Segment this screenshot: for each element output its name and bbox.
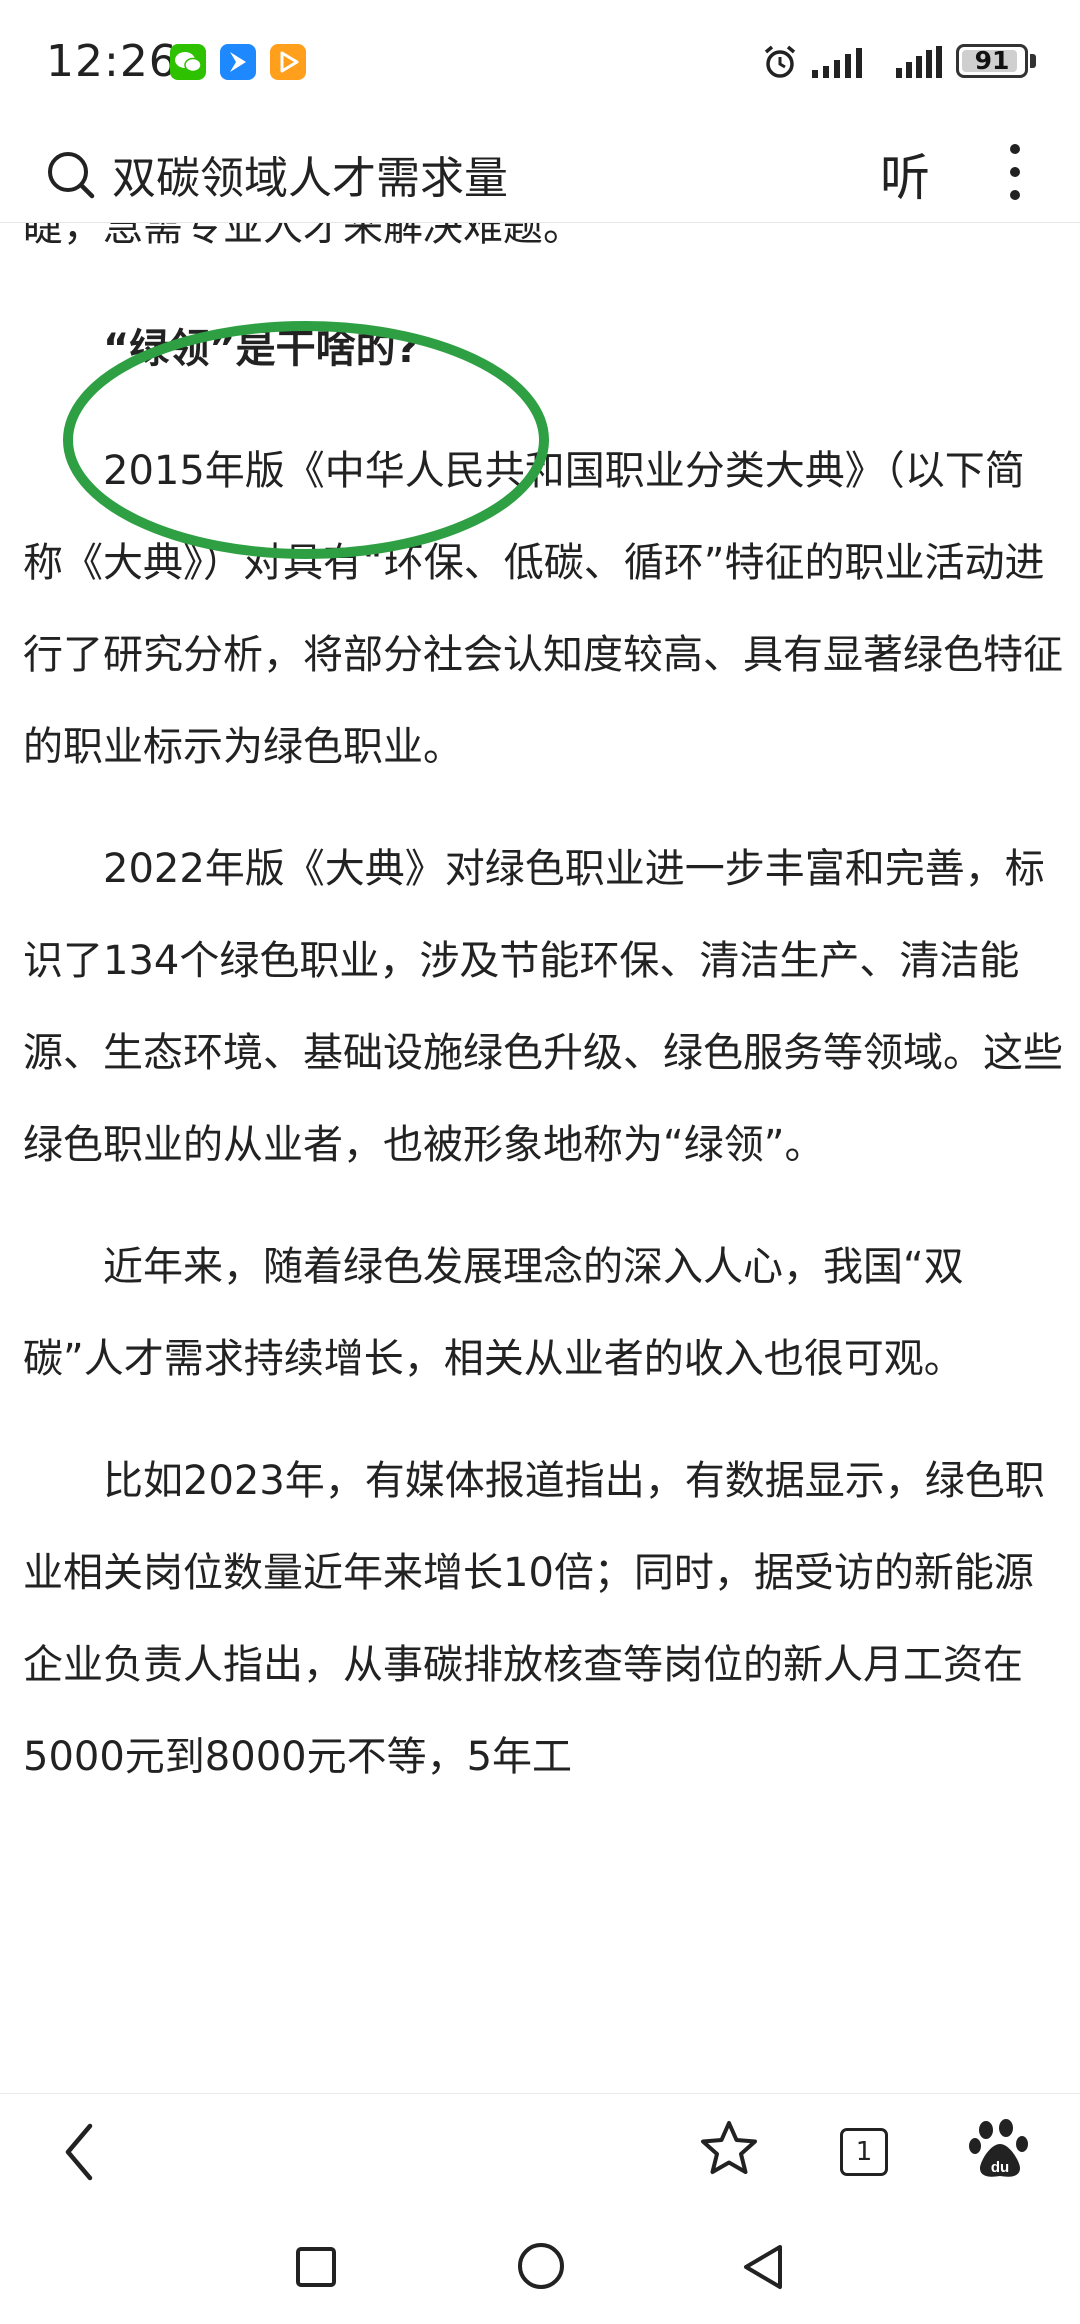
- article-paragraph: 2022年版《大典》对绿色职业进一步丰富和完善，标识了134个绿色职业，涉及节能…: [23, 846, 1063, 1168]
- baidu-paw-icon[interactable]: du: [968, 2116, 1032, 2182]
- browser-toolbar: 1 du: [0, 2093, 1080, 2214]
- article-paragraph: 比如2023年，有媒体报道指出，有数据显示，绿色职业相关岗位数量近年来增长10倍…: [23, 1458, 1045, 1780]
- status-indicators: 91: [720, 40, 1080, 84]
- system-nav-bar: [0, 2213, 1080, 2324]
- triangle-back-icon[interactable]: [740, 2243, 786, 2291]
- search-header: 双碳领域人才需求量 听: [0, 130, 1080, 223]
- svg-text:du: du: [991, 2159, 1009, 2176]
- back-arrow-icon[interactable]: [60, 2120, 100, 2184]
- circle-icon[interactable]: [516, 2241, 566, 2291]
- square-icon[interactable]: [294, 2245, 338, 2289]
- status-time: 12:26: [46, 36, 178, 87]
- more-vertical-icon[interactable]: [1000, 142, 1030, 202]
- signal-icon: [812, 48, 862, 78]
- video-app-icon: [270, 44, 306, 80]
- listen-button[interactable]: 听: [880, 138, 930, 210]
- search-icon[interactable]: [44, 144, 100, 204]
- tabs-icon[interactable]: 1: [840, 2128, 888, 2176]
- bluebird-app-icon: [220, 44, 256, 80]
- alarm-icon: [764, 45, 796, 78]
- battery-icon: 91: [956, 44, 1028, 78]
- article-paragraph: 睫，急需专业人才来解决难题。: [23, 223, 583, 250]
- article-paragraph: 近年来，随着绿色发展理念的深入人心，我国“双碳”人才需求持续增长，相关从业者的收…: [23, 1244, 964, 1382]
- battery-level: 91: [974, 46, 1010, 75]
- highlight-circle: [63, 321, 549, 559]
- article-content: 睫，急需专业人才来解决难题。 “绿领”是干啥的? 2015年版《中华人民共和国职…: [0, 223, 1080, 2093]
- signal-icon: [896, 46, 942, 78]
- status-bar: 12:26 91: [0, 0, 1080, 130]
- battery-cap: [1030, 54, 1036, 68]
- search-query[interactable]: 双碳领域人才需求量: [112, 142, 508, 206]
- star-icon[interactable]: [698, 2118, 760, 2180]
- wechat-icon: [170, 44, 206, 80]
- tab-count: 1: [855, 2137, 873, 2167]
